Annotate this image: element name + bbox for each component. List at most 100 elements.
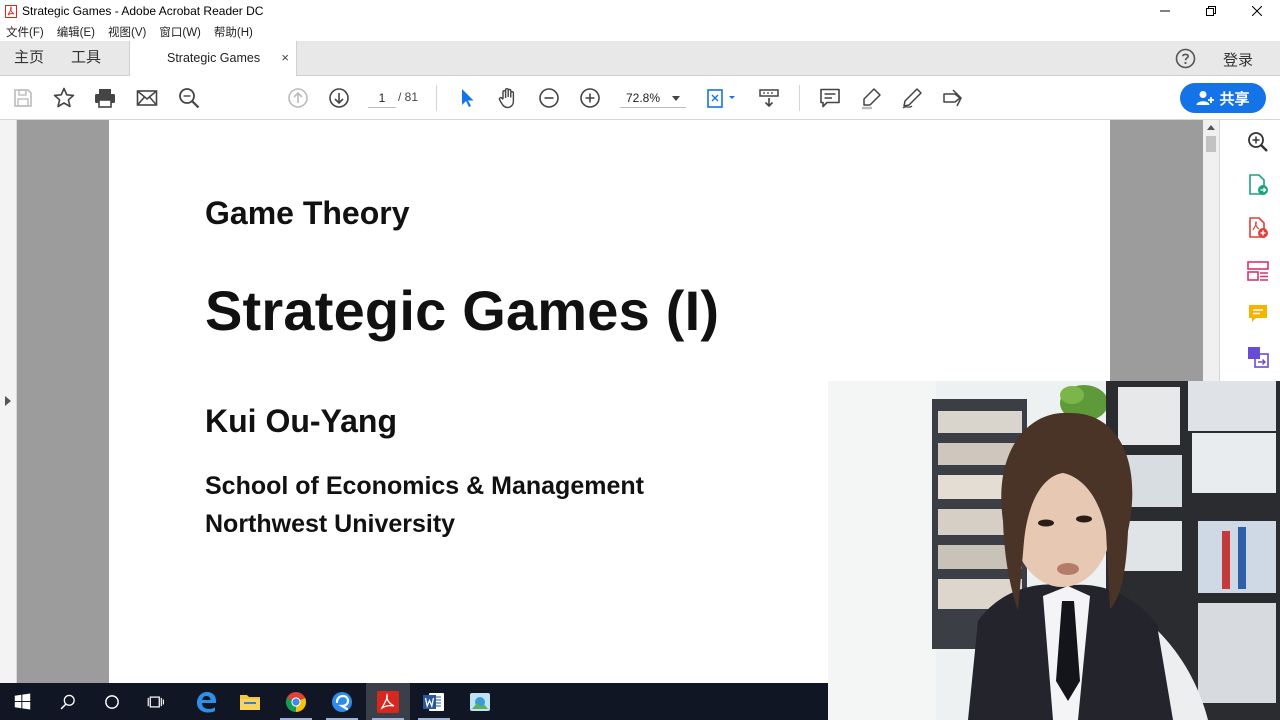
task-view-icon [147, 695, 164, 708]
highlighter-icon [862, 88, 881, 110]
edge-icon [197, 691, 216, 712]
cursor-arrow-icon [462, 89, 474, 107]
star-icon [53, 87, 75, 108]
scroll-thumb[interactable] [1206, 136, 1216, 152]
menu-help[interactable]: 帮助(H) [214, 24, 253, 40]
fit-page-button[interactable] [705, 86, 741, 110]
page-total: / 81 [398, 90, 419, 104]
cortana-icon [105, 694, 119, 709]
document-title: Strategic Games (I) [205, 279, 720, 342]
toolbar: 1 / 81 72.8% 共享 [0, 76, 1280, 120]
search-button[interactable] [177, 86, 201, 110]
minimize-button[interactable] [1142, 0, 1188, 22]
select-tool-button[interactable] [455, 86, 479, 110]
acrobat-app-icon [5, 4, 17, 18]
convert-icon[interactable] [1246, 345, 1270, 369]
tab-document-label: Strategic Games [167, 51, 261, 65]
app-icon [332, 691, 352, 712]
arrow-up-circle-icon [288, 88, 308, 108]
comment-icon [820, 88, 840, 108]
word-button[interactable] [412, 683, 456, 720]
hand-tool-button[interactable] [496, 86, 520, 110]
export-pdf-icon[interactable] [1246, 173, 1270, 197]
fill-sign-button[interactable] [941, 86, 965, 110]
email-button[interactable] [135, 86, 159, 110]
chrome-button[interactable] [274, 683, 318, 720]
help-icon[interactable] [1175, 48, 1196, 69]
tab-document[interactable]: Strategic Games × [129, 41, 297, 76]
menu-bar: 文件(F) 编辑(E) 视图(V) 窗口(W) 帮助(H) [0, 22, 1280, 41]
tab-bar: 主页 工具 Strategic Games × 登录 [0, 41, 1280, 76]
zoom-in-button[interactable] [578, 86, 602, 110]
minimize-icon [1160, 10, 1170, 12]
zoom-out-button[interactable] [537, 86, 561, 110]
print-button[interactable] [93, 86, 117, 110]
taskbar [0, 683, 828, 720]
zoom-value: 72.8% [626, 91, 661, 105]
app-button[interactable] [320, 683, 364, 720]
task-view-button[interactable] [134, 683, 178, 720]
organize-pages-icon[interactable] [1246, 259, 1270, 283]
word-icon [423, 692, 444, 711]
share-button[interactable]: 共享 [1180, 83, 1266, 113]
expand-arrow-icon [5, 396, 11, 406]
restore-button[interactable] [1188, 0, 1234, 22]
zoom-out-icon [539, 88, 559, 108]
sign-icon [943, 89, 962, 107]
menu-edit[interactable]: 编辑(E) [57, 24, 95, 40]
toolbar-divider [799, 85, 800, 111]
zoom-tool-icon[interactable] [1246, 130, 1270, 154]
taskbar-search-button[interactable] [46, 683, 90, 720]
mail-icon [136, 90, 158, 106]
file-explorer-button[interactable] [228, 683, 272, 720]
start-button[interactable] [0, 683, 44, 720]
windows-start-icon [14, 693, 30, 710]
save-button[interactable] [11, 86, 35, 110]
close-icon [1252, 6, 1262, 16]
menu-view[interactable]: 视图(V) [108, 24, 146, 40]
save-icon [14, 89, 32, 107]
webcam-overlay [828, 381, 1280, 720]
tab-home[interactable]: 主页 [14, 41, 44, 75]
acrobat-icon [377, 690, 399, 713]
page-number-input[interactable]: 1 [368, 88, 396, 108]
menu-file[interactable]: 文件(F) [6, 24, 44, 40]
zoom-select[interactable]: 72.8% [620, 88, 686, 108]
edge-button[interactable] [184, 683, 228, 720]
next-page-button[interactable] [327, 86, 351, 110]
arrow-down-circle-icon [329, 88, 349, 108]
create-pdf-icon[interactable] [1246, 216, 1270, 240]
share-label: 共享 [1219, 90, 1250, 108]
tab-tools[interactable]: 工具 [71, 41, 101, 75]
search-icon [179, 88, 200, 109]
acrobat-button[interactable] [366, 683, 410, 720]
login-link[interactable]: 登录 [1223, 49, 1253, 70]
scroll-mode-button[interactable] [757, 86, 781, 110]
cortana-button[interactable] [90, 683, 134, 720]
zoom-in-icon [580, 88, 600, 108]
left-panel-toggle[interactable] [0, 120, 17, 683]
chrome-icon [285, 691, 307, 712]
previous-page-button[interactable] [286, 86, 310, 110]
scroll-mode-icon [759, 89, 779, 108]
highlight-button[interactable] [859, 86, 883, 110]
presenter-video [828, 381, 1280, 720]
hand-icon [498, 88, 515, 109]
comment-button[interactable] [818, 86, 842, 110]
document-institution: Northwest University [205, 510, 456, 538]
window-title: Strategic Games - Adobe Acrobat Reader D… [22, 4, 264, 18]
comment-icon[interactable] [1246, 302, 1270, 326]
scroll-up-icon[interactable] [1207, 125, 1215, 130]
tab-close-button[interactable]: × [281, 50, 289, 65]
draw-button[interactable] [900, 86, 924, 110]
app-icon-2 [470, 692, 490, 711]
restore-icon [1206, 6, 1216, 16]
file-explorer-icon [240, 694, 260, 710]
add-user-icon [1196, 91, 1215, 105]
close-window-button[interactable] [1234, 0, 1280, 22]
toolbar-divider [436, 85, 437, 111]
document-affiliation: School of Economics & Management [205, 472, 644, 500]
menu-window[interactable]: 窗口(W) [159, 24, 201, 40]
bookmark-button[interactable] [52, 86, 76, 110]
app-button-2[interactable] [458, 683, 502, 720]
